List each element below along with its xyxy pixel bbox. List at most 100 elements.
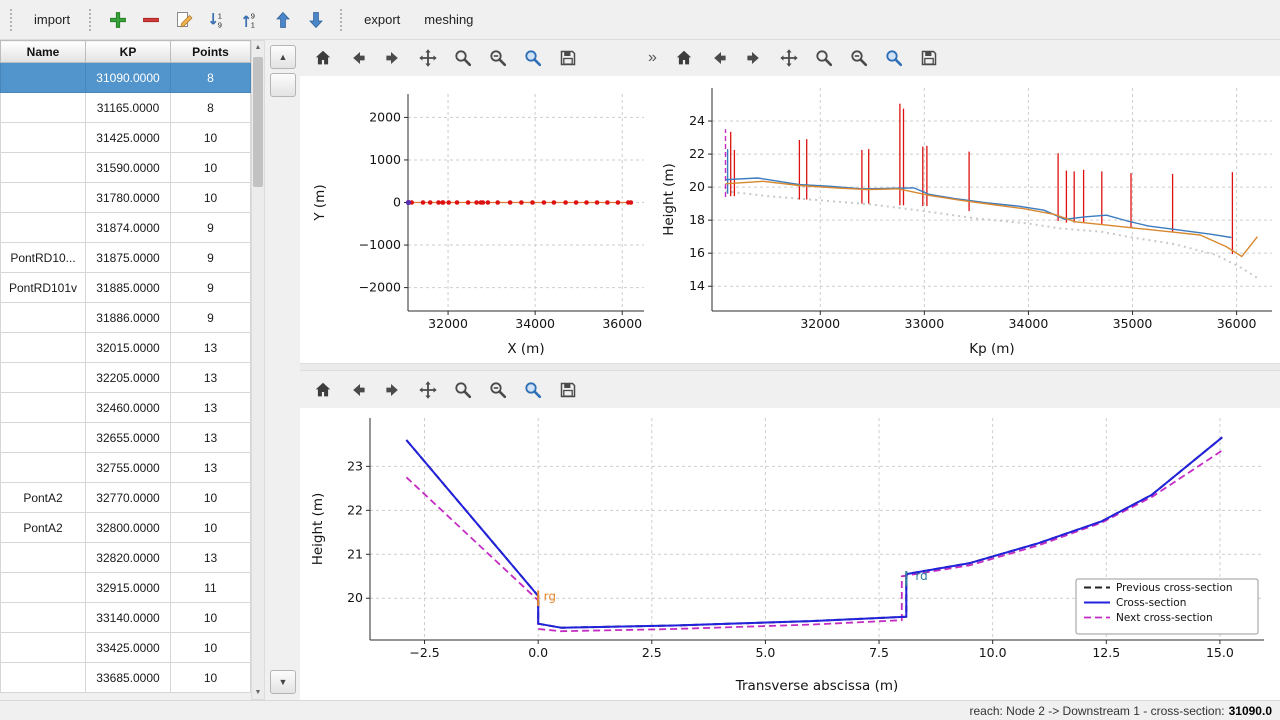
points-cell[interactable]: 13 (171, 423, 251, 453)
points-cell[interactable]: 13 (171, 393, 251, 423)
name-cell[interactable] (1, 663, 86, 693)
kp-cell[interactable]: 32755.0000 (86, 453, 171, 483)
points-cell[interactable]: 10 (171, 513, 251, 543)
name-cell[interactable] (1, 363, 86, 393)
points-cell[interactable]: 9 (171, 213, 251, 243)
edit-icon[interactable] (170, 6, 198, 34)
sort-ascending-icon[interactable]: 19 (203, 6, 231, 34)
kp-cell[interactable]: 32820.0000 (86, 543, 171, 573)
back-icon[interactable] (345, 377, 371, 403)
zoom-window-icon[interactable] (520, 45, 546, 71)
table-row[interactable]: 32655.000013 (1, 423, 251, 453)
table-row[interactable]: 32460.000013 (1, 393, 251, 423)
horizontal-splitter[interactable] (300, 363, 1280, 371)
save-icon[interactable] (916, 45, 942, 71)
zoom-fit-icon[interactable] (846, 45, 872, 71)
scrollbar-up-arrow-icon[interactable]: ▲ (252, 41, 264, 54)
panel-scrollbar-thumb[interactable] (270, 73, 296, 97)
table-row[interactable]: 32820.000013 (1, 543, 251, 573)
zoom-fit-icon[interactable] (485, 377, 511, 403)
table-row[interactable]: 31874.00009 (1, 213, 251, 243)
long-profile-chart[interactable]: 3200033000340003500036000141618202224Kp … (660, 76, 1280, 363)
points-cell[interactable]: 13 (171, 543, 251, 573)
kp-cell[interactable]: 31090.0000 (86, 63, 171, 93)
name-cell[interactable] (1, 603, 86, 633)
name-cell[interactable] (1, 303, 86, 333)
zoom-fit-icon[interactable] (485, 45, 511, 71)
scrollbar-down-arrow-icon[interactable]: ▼ (252, 686, 264, 699)
column-header-kp[interactable]: KP (86, 41, 171, 63)
zoom-icon[interactable] (450, 377, 476, 403)
table-row[interactable]: 31886.00009 (1, 303, 251, 333)
points-cell[interactable]: 8 (171, 93, 251, 123)
save-icon[interactable] (555, 45, 581, 71)
name-cell[interactable] (1, 423, 86, 453)
remove-icon[interactable] (137, 6, 165, 34)
name-cell[interactable] (1, 573, 86, 603)
name-cell[interactable]: PontRD101v (1, 273, 86, 303)
home-icon[interactable] (310, 377, 336, 403)
points-cell[interactable]: 10 (171, 663, 251, 693)
import-button[interactable]: import (25, 8, 79, 31)
table-row[interactable]: 31090.00008 (1, 63, 251, 93)
kp-cell[interactable]: 31165.0000 (86, 93, 171, 123)
zoom-icon[interactable] (450, 45, 476, 71)
points-cell[interactable]: 10 (171, 483, 251, 513)
name-cell[interactable] (1, 213, 86, 243)
points-cell[interactable]: 9 (171, 303, 251, 333)
home-icon[interactable] (310, 45, 336, 71)
points-cell[interactable]: 10 (171, 603, 251, 633)
table-row[interactable]: 31165.00008 (1, 93, 251, 123)
pan-icon[interactable] (415, 377, 441, 403)
column-header-points[interactable]: Points (171, 41, 251, 63)
kp-cell[interactable]: 33685.0000 (86, 663, 171, 693)
points-cell[interactable]: 10 (171, 123, 251, 153)
meshing-button[interactable]: meshing (415, 8, 482, 31)
kp-cell[interactable]: 32205.0000 (86, 363, 171, 393)
name-cell[interactable] (1, 93, 86, 123)
table-row[interactable]: 33140.000010 (1, 603, 251, 633)
table-row[interactable]: 32015.000013 (1, 333, 251, 363)
name-cell[interactable] (1, 333, 86, 363)
kp-cell[interactable]: 32655.0000 (86, 423, 171, 453)
name-cell[interactable] (1, 453, 86, 483)
name-cell[interactable] (1, 633, 86, 663)
forward-icon[interactable] (380, 377, 406, 403)
table-row[interactable]: PontA232770.000010 (1, 483, 251, 513)
kp-cell[interactable]: 33425.0000 (86, 633, 171, 663)
points-cell[interactable]: 9 (171, 243, 251, 273)
zoom-window-icon[interactable] (520, 377, 546, 403)
name-cell[interactable] (1, 153, 86, 183)
back-icon[interactable] (345, 45, 371, 71)
forward-icon[interactable] (380, 45, 406, 71)
table-row[interactable]: 33685.000010 (1, 663, 251, 693)
table-scrollbar-thumb[interactable] (253, 57, 263, 187)
points-cell[interactable]: 13 (171, 453, 251, 483)
pan-icon[interactable] (415, 45, 441, 71)
points-cell[interactable]: 13 (171, 363, 251, 393)
points-cell[interactable]: 9 (171, 273, 251, 303)
kp-cell[interactable]: 31875.0000 (86, 243, 171, 273)
back-icon[interactable] (706, 45, 732, 71)
pan-icon[interactable] (776, 45, 802, 71)
table-row[interactable]: 32205.000013 (1, 363, 251, 393)
kp-cell[interactable]: 33140.0000 (86, 603, 171, 633)
toolbar-overflow-icon[interactable]: » (648, 49, 657, 67)
table-row[interactable]: PontA232800.000010 (1, 513, 251, 543)
kp-cell[interactable]: 32460.0000 (86, 393, 171, 423)
kp-cell[interactable]: 31780.0000 (86, 183, 171, 213)
plan-view-chart[interactable]: 320003400036000−2000−1000010002000X (m)Y… (300, 76, 660, 363)
save-icon[interactable] (555, 377, 581, 403)
zoom-icon[interactable] (811, 45, 837, 71)
name-cell[interactable]: PontA2 (1, 513, 86, 543)
export-button[interactable]: export (355, 8, 409, 31)
table-row[interactable]: PontRD10...31875.00009 (1, 243, 251, 273)
table-row[interactable]: PontRD101v31885.00009 (1, 273, 251, 303)
kp-cell[interactable]: 31425.0000 (86, 123, 171, 153)
name-cell[interactable]: PontRD10... (1, 243, 86, 273)
points-cell[interactable]: 8 (171, 63, 251, 93)
table-scrollbar[interactable]: ▲ ▼ (251, 40, 265, 700)
points-cell[interactable]: 10 (171, 633, 251, 663)
kp-cell[interactable]: 32800.0000 (86, 513, 171, 543)
kp-cell[interactable]: 32770.0000 (86, 483, 171, 513)
